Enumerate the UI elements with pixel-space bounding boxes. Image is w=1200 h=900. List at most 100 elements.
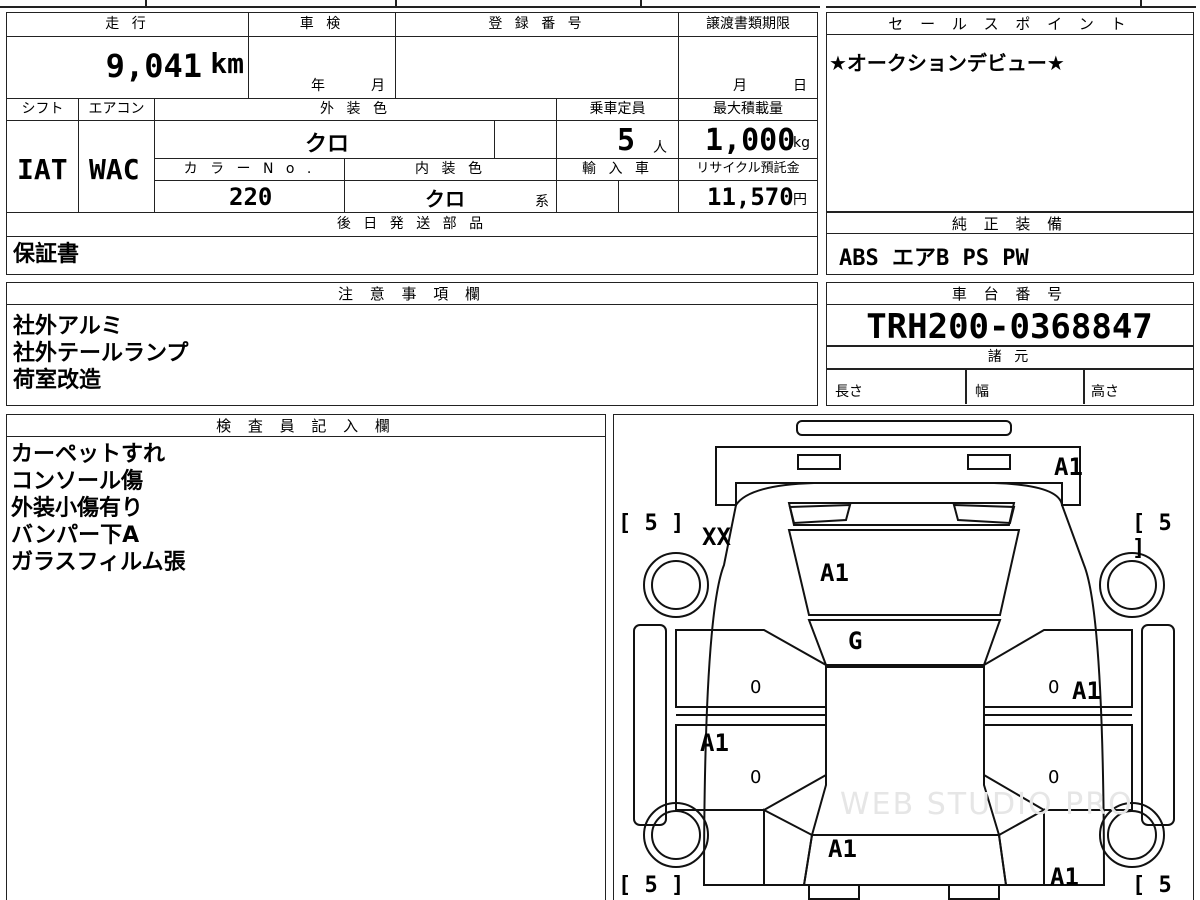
notes-header: 注 意 事 項 欄 — [7, 283, 817, 305]
colorno-value: 220 — [229, 183, 273, 211]
chassis-number: TRH200-0368847 — [866, 307, 1153, 347]
ac-cell: WAC — [79, 121, 155, 213]
rear-right-bumper — [948, 884, 1000, 900]
ac-header: エアコン — [79, 99, 155, 121]
transfer-cell: 月 日 — [679, 37, 817, 99]
right-headlight — [967, 454, 1011, 470]
mileage-header: 走 行 — [7, 13, 249, 37]
ac-value: WAC — [89, 153, 140, 186]
notes-line-1: 社外アルミ — [13, 314, 123, 339]
hood-grade: A1 — [820, 559, 849, 587]
rear-left-door-grade: A1 — [700, 729, 729, 757]
rear-left-door-zero: 0 — [750, 767, 762, 788]
colorno-header: カ ラ ー N o . — [155, 159, 345, 181]
spec-length: 長さ — [835, 384, 863, 400]
shift-cell: IAT — [7, 121, 79, 213]
chassis-box: 車 台 番 号 TRH200-0368847 諸 元 長さ 幅 高さ — [826, 282, 1194, 406]
equipment-box: 純 正 装 備 ABS エアB PS PW — [826, 212, 1194, 275]
capacity-cell: 5 人 — [557, 121, 679, 159]
wheel-front-left — [643, 552, 709, 618]
rear-right-door-zero: 0 — [1048, 767, 1060, 788]
interior-cell: クロ 系 — [345, 181, 557, 213]
car-diagram — [633, 420, 1175, 900]
vehicle-info-table: 走 行 車 検 登 録 番 号 譲渡書類期限 9,041 km 年 月 月 日 … — [6, 12, 818, 275]
interior-header: 内 装 色 — [345, 159, 557, 181]
wheel-front-right — [1099, 552, 1165, 618]
front-grille — [715, 446, 1081, 506]
sales-point-text: ★オークションデビュー★ — [829, 51, 1065, 75]
exterior-cell: クロ — [155, 121, 495, 159]
rear-right-grade: A1 — [1050, 863, 1079, 891]
mileage-value: 9,041 — [105, 47, 202, 85]
later-parts-cell: 保証書 — [7, 237, 817, 273]
interior-value: クロ — [425, 187, 465, 211]
windshield — [807, 619, 1002, 666]
inspector-line-2: コンソール傷 — [11, 469, 144, 494]
capacity-unit: 人 — [653, 140, 667, 156]
shift-header: シフト — [7, 99, 79, 121]
later-parts-value: 保証書 — [13, 242, 80, 267]
front-left-lamp — [788, 503, 852, 525]
inspector-line-3: 外装小傷有り — [11, 496, 144, 521]
left-headlight — [797, 454, 841, 470]
colorno-cell: 220 — [155, 181, 345, 213]
shaken-header: 車 検 — [249, 13, 396, 37]
inspector-box: 検 査 員 記 入 欄 カーペットすれ コンソール傷 外装小傷有り バンパー下A… — [6, 414, 606, 900]
import-cell-b — [619, 181, 679, 213]
inspector-header: 検 査 員 記 入 欄 — [7, 415, 605, 437]
rear-left-bumper — [808, 884, 860, 900]
sales-point-header: セ ー ル ス ポ イ ン ト — [827, 13, 1193, 35]
front-left-door-zero: 0 — [750, 677, 762, 698]
windshield-grade: G — [848, 627, 863, 655]
front-left-grade: XX — [702, 523, 731, 551]
inspector-line-5: ガラスフィルム張 — [11, 550, 186, 575]
spec-width: 幅 — [975, 384, 989, 400]
front-bumper-grade: A1 — [1054, 453, 1083, 481]
notes-box: 注 意 事 項 欄 社外アルミ 社外テールランプ 荷室改造 — [6, 282, 818, 406]
top-strip — [0, 0, 1200, 8]
exterior-header: 外 装 色 — [155, 99, 557, 121]
specs-header: 諸 元 — [987, 349, 1033, 365]
recycle-cell: 11,570 円 — [679, 181, 817, 213]
equipment-header: 純 正 装 備 — [827, 212, 1193, 234]
mileage-unit: km — [210, 47, 244, 80]
spec-height: 高さ — [1091, 384, 1119, 400]
shaken-cell: 年 月 — [249, 37, 396, 99]
shaken-month: 月 — [371, 78, 385, 94]
registration-header: 登 録 番 号 — [396, 13, 679, 37]
mileage-cell: 9,041 km — [7, 37, 249, 99]
later-parts-header: 後 日 発 送 部 品 — [7, 213, 817, 237]
chassis-header: 車 台 番 号 — [827, 283, 1193, 305]
transfer-month: 月 — [733, 78, 747, 94]
car-diagram-box: [ 5 ] [ 5 ] [ 5 ] [ 5 ] A1 XX A1 G 0 0 A… — [613, 414, 1194, 900]
front-right-door-zero: 0 — [1048, 677, 1060, 698]
front-bumper-bar — [796, 420, 1012, 436]
interior-suffix: 系 — [535, 194, 549, 210]
front-right-door-grade: A1 — [1072, 677, 1101, 705]
import-header: 輸 入 車 — [557, 159, 679, 181]
tire-front-left-label: [ 5 ] — [618, 511, 685, 536]
tire-rear-left-label: [ 5 ] — [618, 873, 685, 898]
shaken-year: 年 — [311, 78, 325, 94]
notes-line-2: 社外テールランプ — [13, 341, 189, 366]
maxload-header: 最大積載量 — [679, 99, 817, 121]
capacity-value: 5 — [617, 123, 636, 158]
inspector-line-1: カーペットすれ — [11, 442, 166, 467]
left-side-strip — [633, 624, 667, 826]
maxload-cell: 1,000 kg — [679, 121, 817, 159]
tire-rear-right-label: [ 5 ] — [1132, 873, 1172, 900]
front-right-lamp — [952, 503, 1016, 525]
wheel-rear-left — [643, 802, 709, 868]
recycle-unit: 円 — [793, 192, 807, 208]
tire-front-right-label: [ 5 ] — [1132, 511, 1172, 561]
maxload-value: 1,000 — [705, 123, 796, 158]
maxload-unit: kg — [793, 135, 810, 151]
inspector-line-4: バンパー下A — [11, 523, 140, 548]
shift-value: IAT — [17, 153, 68, 186]
transfer-header: 譲渡書類期限 — [679, 13, 817, 37]
registration-cell — [396, 37, 679, 99]
recycle-header: リサイクル預託金 — [679, 159, 817, 181]
exterior-extra-cell — [495, 121, 557, 159]
sales-point-box: セ ー ル ス ポ イ ン ト ★オークションデビュー★ — [826, 12, 1194, 212]
equipment-text: ABS エアB PS PW — [839, 246, 1029, 271]
